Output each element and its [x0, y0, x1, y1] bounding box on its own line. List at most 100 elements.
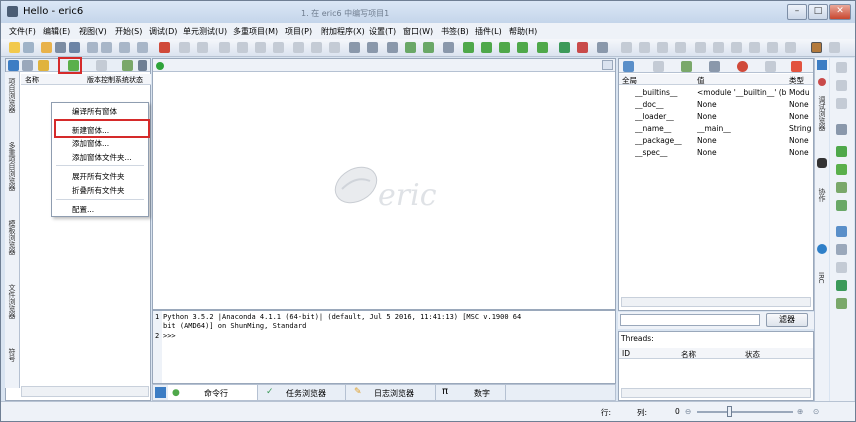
python-icon[interactable] — [836, 146, 847, 157]
menu-help[interactable]: 帮助(H) — [509, 26, 537, 37]
menu-unittest[interactable]: 单元测试(U) — [183, 26, 227, 37]
interfaces-tab-icon[interactable] — [38, 60, 49, 71]
menu-file[interactable]: 文件(F) — [9, 26, 36, 37]
next-breakpoint-icon[interactable] — [785, 42, 796, 53]
minimize-button[interactable]: – — [787, 4, 807, 20]
new-window-icon[interactable] — [23, 42, 34, 53]
breakpoints-tab-icon[interactable] — [709, 61, 720, 72]
execute-icon[interactable] — [749, 42, 760, 53]
warning-tab-icon[interactable] — [791, 61, 802, 72]
zoom-in-icon[interactable] — [405, 42, 416, 53]
print-icon[interactable] — [119, 42, 130, 53]
profile-icon[interactable] — [537, 42, 548, 53]
undo-icon[interactable] — [179, 42, 190, 53]
tab-shell[interactable]: ● 命令行 — [168, 385, 258, 400]
snapshot-icon[interactable] — [836, 262, 847, 273]
debug-script-icon[interactable] — [499, 42, 510, 53]
variable-row[interactable]: __spec__ None None — [619, 147, 813, 158]
print-preview-icon[interactable] — [137, 42, 148, 53]
exit-icon[interactable] — [159, 42, 170, 53]
editor-area[interactable]: eric — [152, 58, 616, 310]
side-tab-cooperation[interactable]: 协作 — [817, 188, 827, 202]
step-over-icon[interactable] — [675, 42, 686, 53]
shell-panel[interactable]: 1 2 Python 3.5.2 |Anaconda 4.1.1 (64-bit… — [152, 310, 616, 384]
sqlbrowser-icon[interactable] — [836, 280, 847, 291]
variable-row[interactable]: __doc__ None None — [619, 99, 813, 110]
stop-icon[interactable] — [597, 42, 608, 53]
save-icon[interactable] — [69, 42, 80, 53]
continue-icon[interactable] — [621, 42, 632, 53]
restart-icon[interactable] — [577, 42, 588, 53]
unindent-icon[interactable] — [311, 42, 322, 53]
qt-assistant-icon[interactable] — [836, 200, 847, 211]
icon-editor-icon[interactable] — [836, 244, 847, 255]
indent-icon[interactable] — [293, 42, 304, 53]
menu-settings[interactable]: 设置(T) — [369, 26, 396, 37]
header-type[interactable]: 类型 — [789, 75, 804, 86]
header-name[interactable]: 名称 — [681, 349, 696, 360]
menu-project[interactable]: 项目(P) — [285, 26, 312, 37]
column-name[interactable]: 名称 — [25, 75, 39, 85]
variable-row[interactable]: __name__ __main__ String — [619, 123, 813, 134]
project-hscrollbar[interactable] — [21, 386, 149, 397]
menu-window[interactable]: 窗口(W) — [403, 26, 433, 37]
save-as-icon[interactable] — [87, 42, 98, 53]
menu-extras[interactable]: 附加程序(X) — [321, 26, 365, 37]
translations-tab-icon[interactable] — [122, 60, 133, 71]
sources-tab-icon[interactable] — [8, 60, 19, 71]
copy-icon[interactable] — [237, 42, 248, 53]
continue-to-cursor-icon[interactable] — [639, 42, 650, 53]
close-file-icon[interactable] — [55, 42, 66, 53]
menu-bookmarks[interactable]: 书签(B) — [441, 26, 469, 37]
coverage-icon[interactable] — [559, 42, 570, 53]
zoom-slider-handle[interactable] — [727, 406, 732, 417]
side-tab-symbols[interactable]: 符号 — [7, 348, 17, 362]
side-tab-debug-viewer[interactable]: 调试浏览器 — [817, 96, 827, 131]
find-icon[interactable] — [349, 42, 360, 53]
menu-add-form-folder[interactable]: 添加窗体文件夹... — [72, 152, 132, 163]
menu-view[interactable]: 视图(V) — [79, 26, 107, 37]
side-tab-project-browser[interactable]: 项目浏览器 — [7, 78, 17, 113]
tab-scroll-right-icon[interactable] — [138, 60, 147, 71]
menu-configure[interactable]: 配置... — [72, 204, 94, 215]
header-global[interactable]: 全局 — [622, 75, 637, 86]
zoom-out-icon[interactable] — [423, 42, 434, 53]
stack-tab-icon[interactable] — [681, 61, 692, 72]
single-step-icon[interactable] — [657, 42, 668, 53]
side-tab-multiproject[interactable]: 多重项目浏览器 — [7, 142, 17, 191]
variable-row[interactable]: __builtins__ <module '__builtin__' (b...… — [619, 87, 813, 98]
qt-linguist-icon[interactable] — [836, 182, 847, 193]
delete-icon[interactable] — [273, 42, 284, 53]
panel-toggle-icon[interactable] — [817, 60, 827, 70]
filter-button[interactable]: 滤器 — [766, 313, 808, 327]
evaluate-icon[interactable] — [731, 42, 742, 53]
variable-row[interactable]: __loader__ None None — [619, 111, 813, 122]
menu-expand-all[interactable]: 展开所有文件夹 — [72, 171, 125, 182]
zoom-reset-icon[interactable]: ⊙ — [813, 407, 819, 416]
unittest-icon[interactable] — [836, 62, 847, 73]
paste-icon[interactable] — [255, 42, 266, 53]
run-project-icon[interactable] — [481, 42, 492, 53]
close-button[interactable]: ✕ — [829, 4, 851, 20]
panel-toggle-icon[interactable] — [155, 387, 166, 398]
header-value[interactable]: 值 — [697, 75, 705, 86]
qt-designer-icon[interactable] — [836, 164, 847, 175]
column-vcs-status[interactable]: 版本控制系统状态 — [87, 75, 149, 85]
menu-add-form[interactable]: 添加窗体... — [72, 138, 109, 149]
tab-tasks[interactable]: ✓ 任务浏览器 — [258, 385, 346, 400]
menu-debug[interactable]: 调试(D) — [149, 26, 177, 37]
step-out-icon[interactable] — [695, 42, 706, 53]
threads-hscrollbar[interactable] — [621, 388, 811, 398]
gear-icon[interactable] — [836, 124, 847, 135]
watch-tab-icon[interactable] — [737, 61, 748, 72]
run-tests-icon[interactable] — [836, 80, 847, 91]
zoom-in-icon[interactable]: ⊕ — [797, 407, 803, 416]
pen-icon[interactable] — [811, 42, 822, 53]
menu-start[interactable]: 开始(S) — [115, 26, 142, 37]
replace-icon[interactable] — [387, 42, 398, 53]
run-script-icon[interactable] — [463, 42, 474, 53]
debug-project-icon[interactable] — [517, 42, 528, 53]
menu-compile-all-forms[interactable]: 编译所有窗体 — [72, 106, 117, 117]
resources-tab-icon[interactable] — [96, 60, 107, 71]
find-next-icon[interactable] — [367, 42, 378, 53]
